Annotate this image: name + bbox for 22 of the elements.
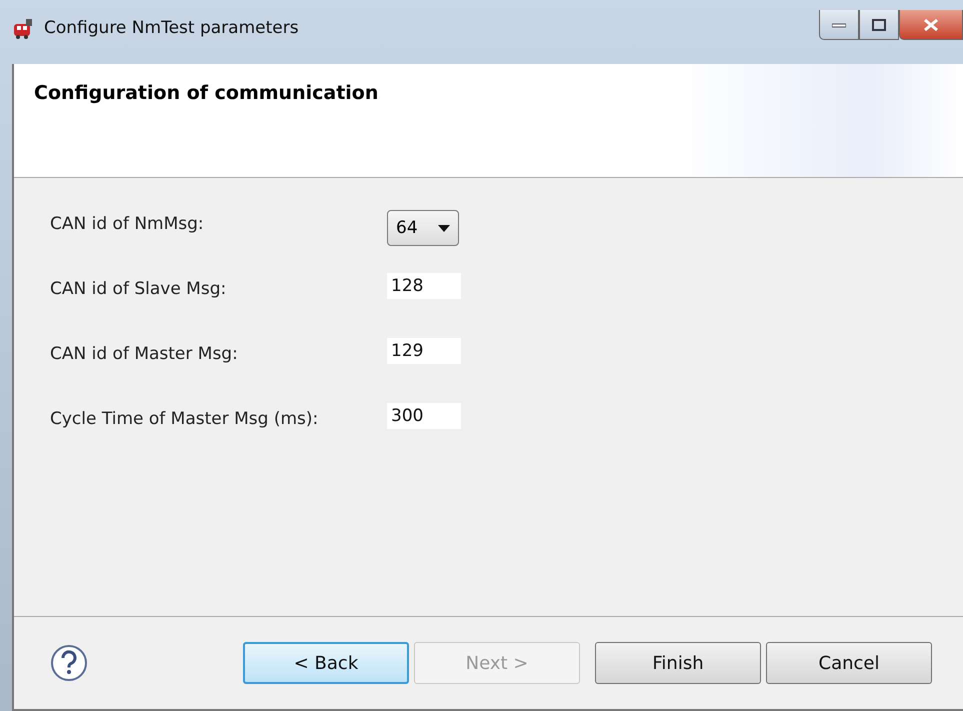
field-label: CAN id of Slave Msg:	[50, 278, 228, 301]
maximize-icon	[872, 18, 886, 30]
help-icon[interactable]	[50, 644, 88, 682]
minimize-icon	[832, 22, 846, 28]
page-title: Configuration of communication	[34, 82, 378, 104]
input-field[interactable]: 128	[387, 273, 461, 299]
app-icon	[12, 18, 34, 40]
field-label: CAN id of NmMsg:	[50, 213, 205, 236]
field-label: CAN id of Master Msg:	[50, 343, 239, 366]
field-label: Cycle Time of Master Msg (ms):	[50, 408, 320, 431]
caret-icon	[438, 224, 450, 232]
wizard-button[interactable]: Finish	[595, 642, 761, 684]
dropdown[interactable]: 64	[387, 210, 459, 246]
input-field[interactable]: 129	[387, 338, 461, 364]
minimize-button[interactable]	[819, 10, 859, 40]
maximize-button[interactable]	[859, 10, 899, 40]
wizard-button[interactable]: Cancel	[766, 642, 932, 684]
wizard-button[interactable]: < Back	[243, 642, 409, 684]
close-button[interactable]	[899, 10, 963, 40]
window-title: Configure NmTest parameters	[44, 18, 299, 38]
input-field[interactable]: 300	[387, 403, 461, 429]
close-icon	[923, 18, 939, 32]
